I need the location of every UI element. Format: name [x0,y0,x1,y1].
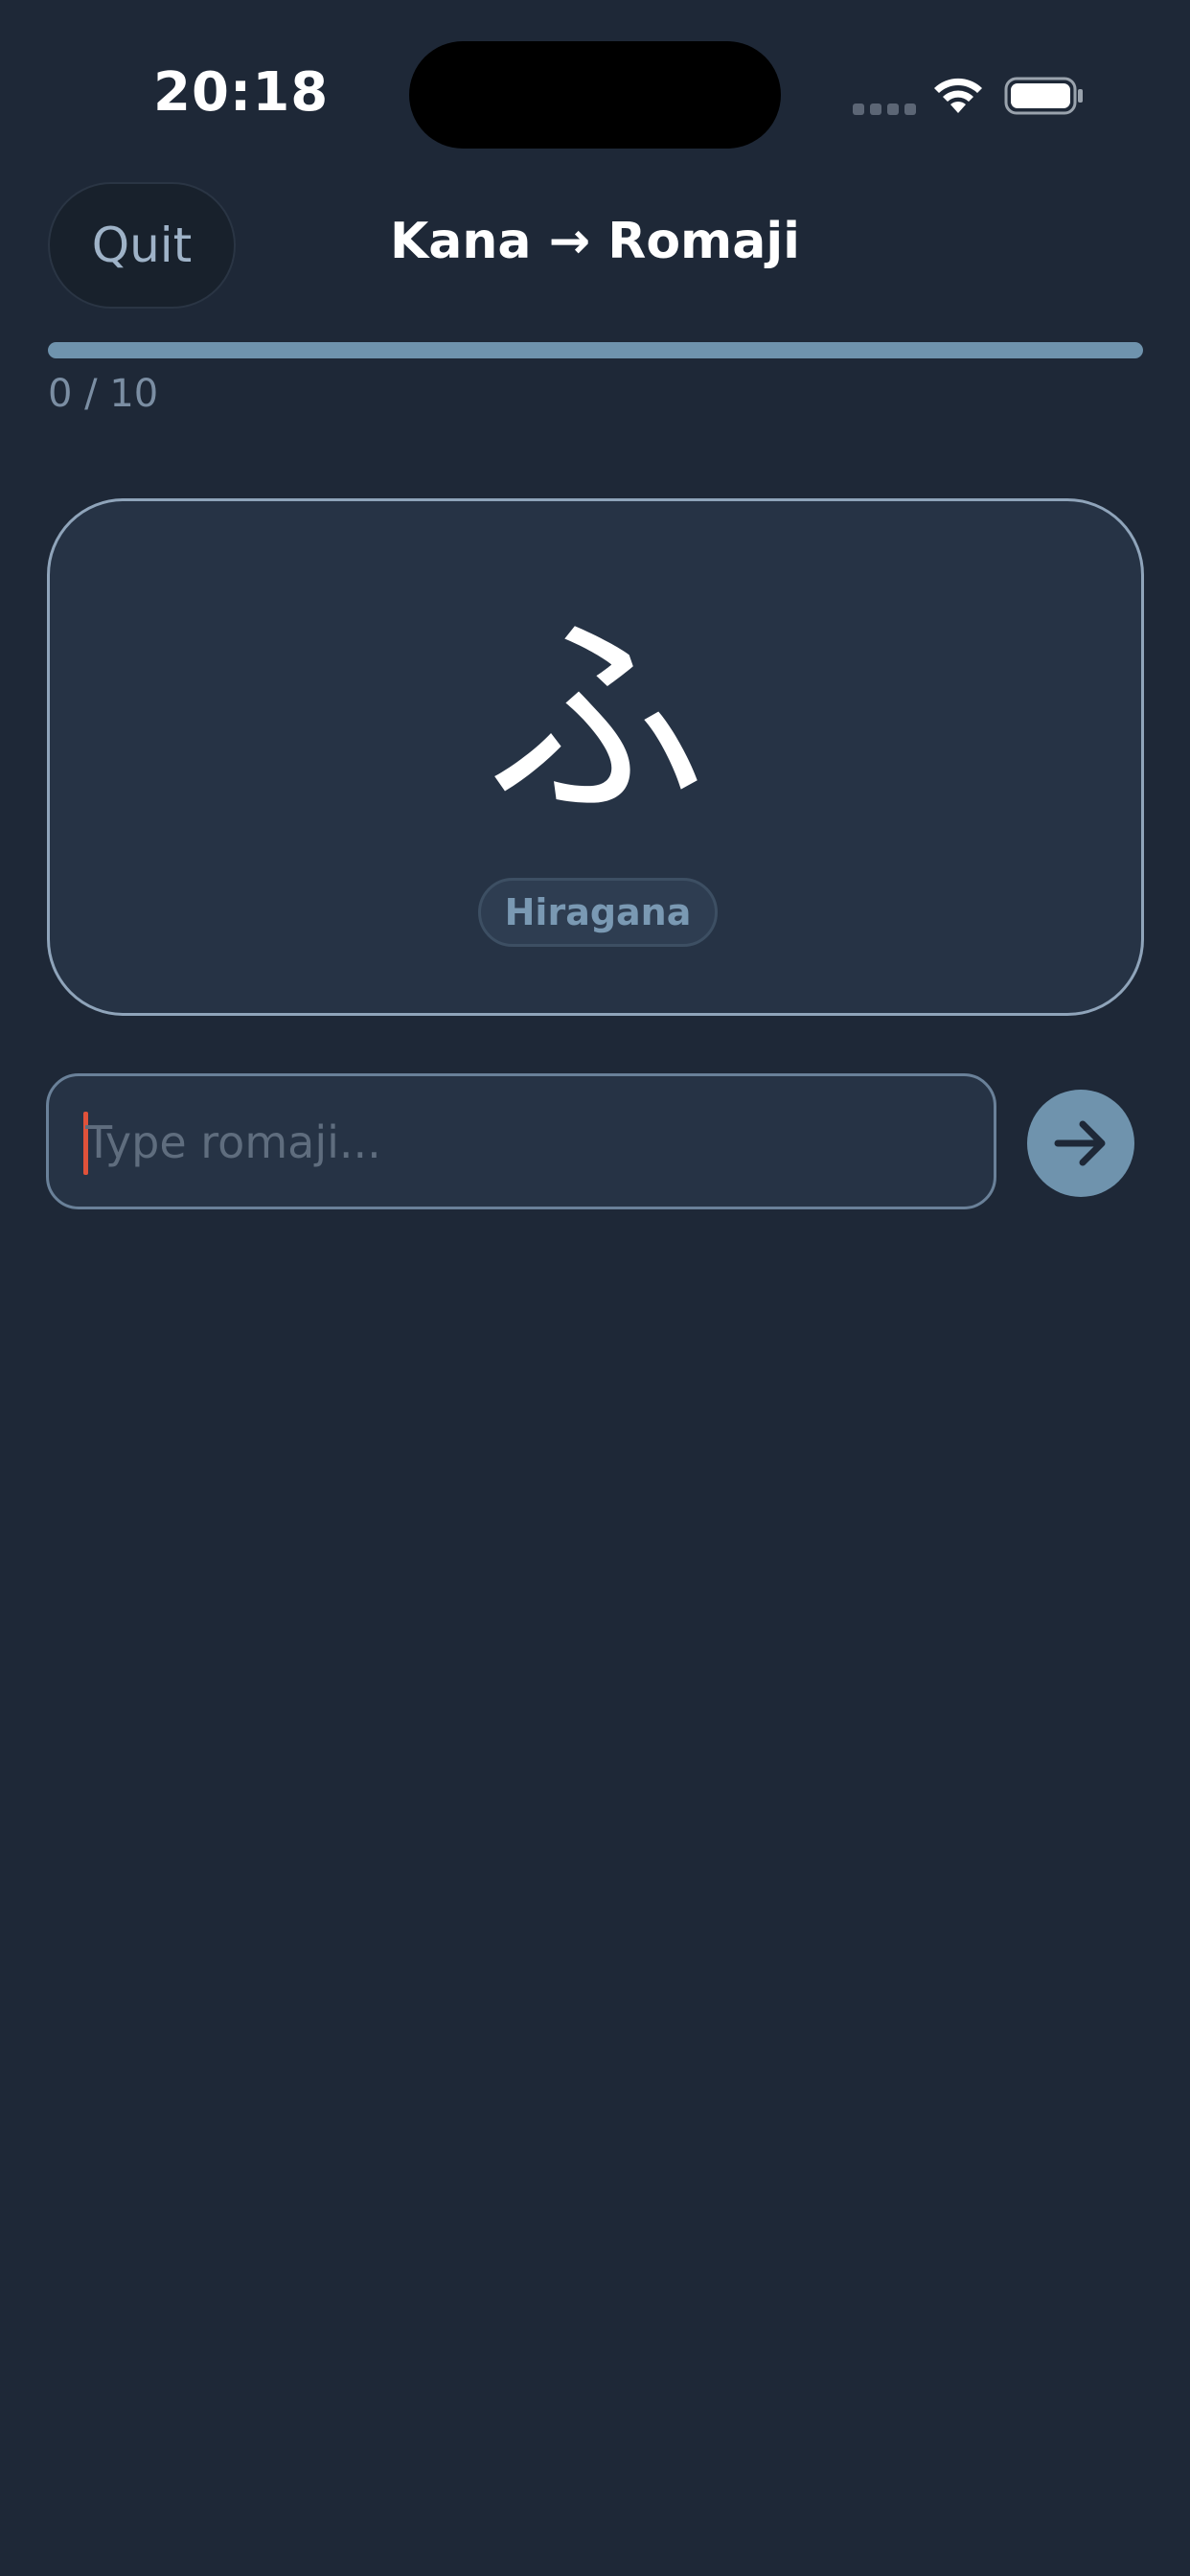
progress-bar [48,342,1143,358]
kana-card: ふ Hiragana [47,498,1144,1016]
cellular-signal-icon [853,104,916,115]
status-time: 20:18 [153,61,330,124]
progress-count: 0 / 10 [48,372,159,416]
battery-icon [1004,77,1083,115]
page-title: Kana → Romaji [390,213,800,270]
quiz-screen: 20:18 Quit Kana → Romaji 0 / 10 ふ Hiraga… [0,0,1190,2576]
romaji-input-field[interactable] [46,1073,996,1209]
script-badge: Hiragana [478,878,718,947]
romaji-input[interactable] [83,1076,969,1208]
submit-button[interactable] [1027,1090,1134,1197]
kana-character: ふ [485,593,706,849]
arrow-right-icon [1054,1120,1106,1166]
dynamic-island [409,41,781,149]
wifi-icon [934,78,982,113]
